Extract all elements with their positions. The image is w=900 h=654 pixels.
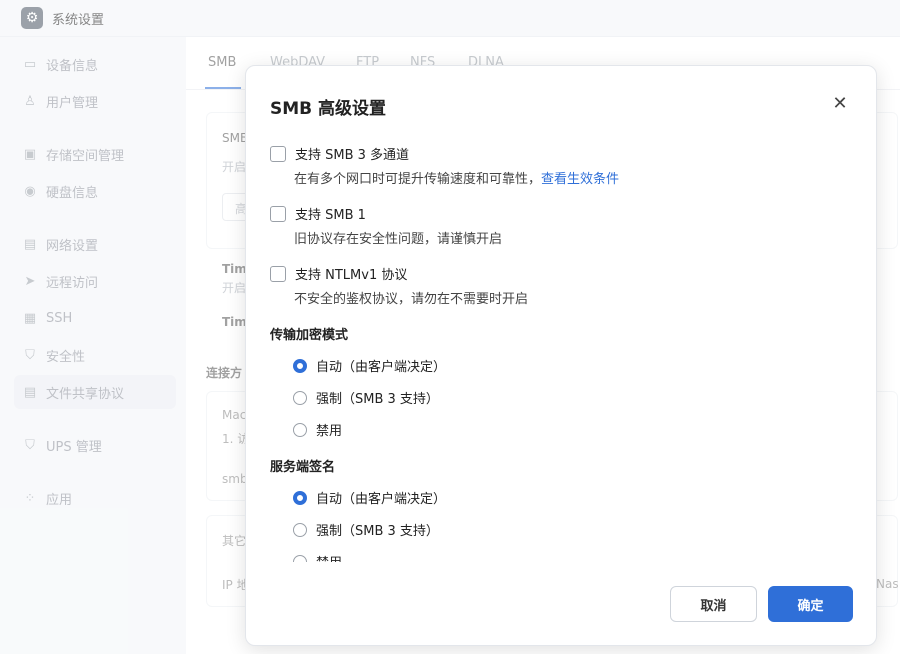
option-label: 支持 SMB 1 [295, 208, 366, 223]
radio-label: 自动（由客户端决定） [316, 492, 447, 507]
cancel-button[interactable]: 取消 [670, 586, 757, 622]
radio-label: 强制（SMB 3 支持） [316, 524, 439, 539]
option-label: 支持 SMB 3 多通道 [295, 148, 410, 163]
radio-signing-disable[interactable]: 禁用 [293, 552, 342, 562]
radio-button-selected[interactable] [293, 358, 307, 373]
dialog-body: 支持 SMB 3 多通道 在有多个网口时可提升传输速度和可靠性，查看生效条件 支… [270, 140, 860, 562]
radio-button[interactable] [293, 390, 307, 405]
option-desc: 不安全的鉴权协议，请勿在不需要时开启 [294, 292, 529, 307]
radio-button-selected[interactable] [293, 490, 307, 505]
radio-label: 自动（由客户端决定） [316, 360, 447, 375]
radio-label: 强制（SMB 3 支持） [316, 392, 439, 407]
radio-button[interactable] [293, 422, 307, 437]
radio-button[interactable] [293, 554, 307, 562]
encryption-section-title: 传输加密模式 [270, 328, 349, 343]
radio-encryption-auto[interactable]: 自动（由客户端决定） [293, 356, 446, 375]
option-smb3-multichannel[interactable]: 支持 SMB 3 多通道 [270, 144, 409, 163]
view-conditions-link[interactable]: 查看生效条件 [541, 172, 619, 187]
radio-button[interactable] [293, 522, 307, 537]
smb-advanced-dialog: SMB 高级设置 ✕ 支持 SMB 3 多通道 在有多个网口时可提升传输速度和可… [245, 65, 877, 646]
signing-section-title: 服务端签名 [270, 460, 336, 475]
option-desc: 在有多个网口时可提升传输速度和可靠性，查看生效条件 [294, 168, 619, 187]
confirm-button[interactable]: 确定 [768, 586, 853, 622]
radio-signing-auto[interactable]: 自动（由客户端决定） [293, 488, 446, 507]
checkbox[interactable] [270, 145, 286, 162]
radio-signing-force[interactable]: 强制（SMB 3 支持） [293, 520, 439, 539]
option-ntlmv1[interactable]: 支持 NTLMv1 协议 [270, 264, 407, 283]
radio-encryption-disable[interactable]: 禁用 [293, 420, 342, 439]
option-smb1[interactable]: 支持 SMB 1 [270, 204, 366, 223]
option-desc: 旧协议存在安全性问题，请谨慎开启 [294, 232, 503, 247]
option-label: 支持 NTLMv1 协议 [295, 268, 408, 283]
radio-label: 禁用 [316, 552, 342, 562]
radio-label: 禁用 [316, 424, 343, 439]
close-icon[interactable]: ✕ [830, 94, 850, 114]
checkbox[interactable] [270, 265, 286, 282]
radio-encryption-force[interactable]: 强制（SMB 3 支持） [293, 388, 439, 407]
option-desc-text: 在有多个网口时可提升传输速度和可靠性， [294, 172, 542, 187]
dialog-title: SMB 高级设置 [270, 99, 387, 119]
checkbox[interactable] [270, 205, 286, 222]
